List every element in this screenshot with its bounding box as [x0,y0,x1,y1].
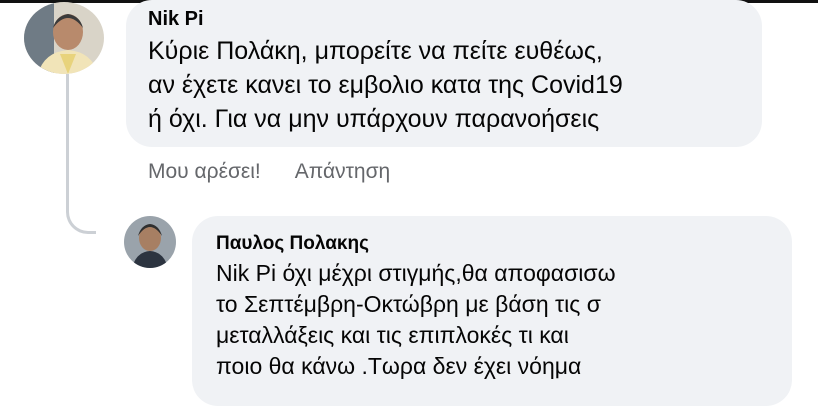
thread-connector-line [66,74,96,234]
commenter-avatar-icon[interactable] [24,2,104,74]
reply-bubble: Παυλος Πολακης Nik Pi όχι μέχρι στιγμής,… [192,216,792,406]
comment-text: Κύριε Πολάκη, μπορείτε να πείτε ευθέως, … [148,37,623,133]
comment-actions: Μου αρέσει! Απάντηση [148,160,390,184]
comment-bubble: Nik Pi Κύριε Πολάκη, μπορείτε να πείτε ε… [126,0,762,147]
reply-author-name[interactable]: Παυλος Πολακης [216,232,772,256]
like-button[interactable]: Μου αρέσει! [148,160,261,184]
comment-author-name[interactable]: Nik Pi [148,8,742,30]
reply-text: Nik Pi όχι μέχρι στιγμής,θα αποφασισω το… [216,260,616,379]
reply-button[interactable]: Απάντηση [295,160,390,184]
replier-avatar-icon[interactable] [124,216,176,268]
